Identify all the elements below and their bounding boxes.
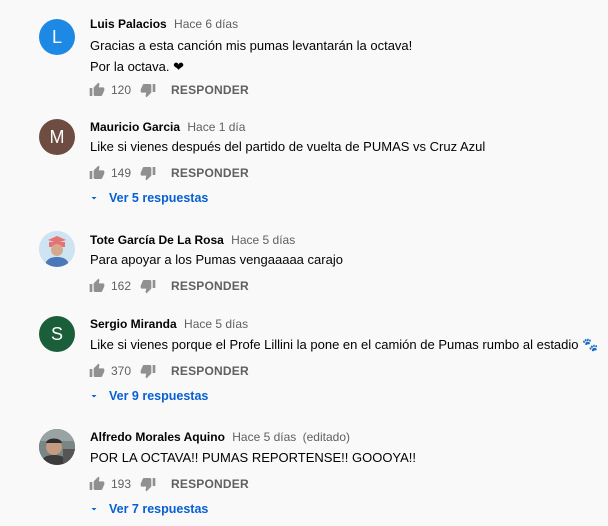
reply-button[interactable]: RESPONDER — [171, 364, 249, 378]
comment-header: Alfredo Morales Aquino Hace 5 días (edit… — [90, 430, 350, 444]
comment-text: Like si vienes porque el Profe Lillini l… — [90, 334, 598, 355]
comment-timestamp[interactable]: Hace 5 días — [231, 233, 295, 247]
like-count: 162 — [111, 279, 132, 293]
like-button[interactable] — [88, 362, 106, 380]
comment-text: Para apoyar a los Pumas vengaaaaa carajo — [90, 249, 343, 270]
thumbs-up-icon — [89, 278, 105, 292]
reply-button[interactable]: RESPONDER — [171, 279, 249, 293]
avatar[interactable]: S — [39, 316, 75, 352]
comment-text-line: Like si vienes porque el Profe Lillini l… — [90, 337, 599, 352]
avatar[interactable]: L — [39, 19, 75, 55]
like-count: 370 — [111, 364, 132, 378]
comment-header: Mauricio Garcia Hace 1 día — [90, 120, 245, 134]
comment-author[interactable]: Sergio Miranda — [90, 317, 177, 331]
comment-toolbar: 370 RESPONDER — [88, 359, 249, 383]
thumbs-up-icon — [89, 476, 105, 490]
comments-section: L Luis Palacios Hace 6 días Gracias a es… — [0, 0, 608, 526]
comment-toolbar: 149 RESPONDER — [88, 161, 249, 185]
comment-author[interactable]: Luis Palacios — [90, 17, 167, 31]
thumbs-up-icon — [89, 363, 105, 377]
reply-button[interactable]: RESPONDER — [171, 477, 249, 491]
comment-text: POR LA OCTAVA!! PUMAS REPORTENSE!! GOOOY… — [90, 447, 416, 468]
comment-header: Sergio Miranda Hace 5 días — [90, 317, 248, 331]
like-count: 120 — [111, 83, 132, 97]
comment-header: Tote García De La Rosa Hace 5 días — [90, 233, 295, 247]
view-replies-button[interactable]: Ver 7 respuestas — [88, 499, 208, 519]
edited-label: (editado) — [302, 430, 351, 444]
avatar[interactable]: M — [39, 119, 75, 155]
comment-text: Like si vienes después del partido de vu… — [90, 136, 485, 157]
comment-timestamp[interactable]: Hace 5 días — [184, 317, 248, 331]
comment-timestamp[interactable]: Hace 6 días — [174, 17, 238, 31]
view-replies-label[interactable]: Ver 5 respuestas — [109, 191, 208, 205]
person-photo-icon — [39, 231, 75, 267]
like-count: 193 — [111, 477, 132, 491]
reply-button[interactable]: RESPONDER — [171, 83, 249, 97]
thumbs-up-icon — [89, 82, 105, 96]
thumbs-down-icon — [140, 365, 156, 379]
comment-timestamp[interactable]: Hace 5 días — [232, 430, 296, 444]
comment-text-line: POR LA OCTAVA!! PUMAS REPORTENSE!! GOOOY… — [90, 450, 417, 465]
comment-text: Gracias a esta canción mis pumas levanta… — [90, 35, 412, 77]
dislike-button[interactable] — [139, 164, 157, 182]
view-replies-label[interactable]: Ver 7 respuestas — [109, 502, 208, 516]
comment-author[interactable]: Alfredo Morales Aquino — [90, 430, 225, 444]
thumbs-down-icon — [140, 280, 156, 294]
comment-text-line: Like si vienes después del partido de vu… — [90, 139, 486, 154]
comment-toolbar: 120 RESPONDER — [88, 78, 249, 102]
view-replies-button[interactable]: Ver 9 respuestas — [88, 386, 208, 406]
avatar[interactable] — [39, 231, 75, 267]
thumbs-down-icon — [140, 478, 156, 492]
comment-text-line: Por la octava. ❤ — [90, 59, 184, 74]
thumbs-up-icon — [89, 165, 105, 179]
chevron-down-icon — [88, 192, 100, 204]
dislike-button[interactable] — [139, 475, 157, 493]
like-button[interactable] — [88, 475, 106, 493]
dislike-button[interactable] — [139, 362, 157, 380]
like-button[interactable] — [88, 277, 106, 295]
comment-text-line: Gracias a esta canción mis pumas levanta… — [90, 38, 413, 53]
dislike-button[interactable] — [139, 277, 157, 295]
dislike-button[interactable] — [139, 81, 157, 99]
chevron-down-icon — [88, 503, 100, 515]
thumbs-down-icon — [140, 84, 156, 98]
like-button[interactable] — [88, 164, 106, 182]
view-replies-button[interactable]: Ver 5 respuestas — [88, 188, 208, 208]
reply-button[interactable]: RESPONDER — [171, 166, 249, 180]
avatar[interactable] — [39, 429, 75, 465]
comment-text-line: Para apoyar a los Pumas vengaaaaa carajo — [90, 252, 343, 267]
thumbs-down-icon — [140, 167, 156, 181]
like-button[interactable] — [88, 81, 106, 99]
comment-timestamp[interactable]: Hace 1 día — [187, 120, 245, 134]
like-count: 149 — [111, 166, 132, 180]
comment-toolbar: 162 RESPONDER — [88, 274, 249, 298]
view-replies-label[interactable]: Ver 9 respuestas — [109, 389, 208, 403]
comment-toolbar: 193 RESPONDER — [88, 472, 249, 496]
chevron-down-icon — [88, 390, 100, 402]
comment-header: Luis Palacios Hace 6 días — [90, 17, 238, 31]
comment-author[interactable]: Mauricio Garcia — [90, 120, 180, 134]
person-photo-icon — [39, 429, 75, 465]
comment-author[interactable]: Tote García De La Rosa — [90, 233, 224, 247]
